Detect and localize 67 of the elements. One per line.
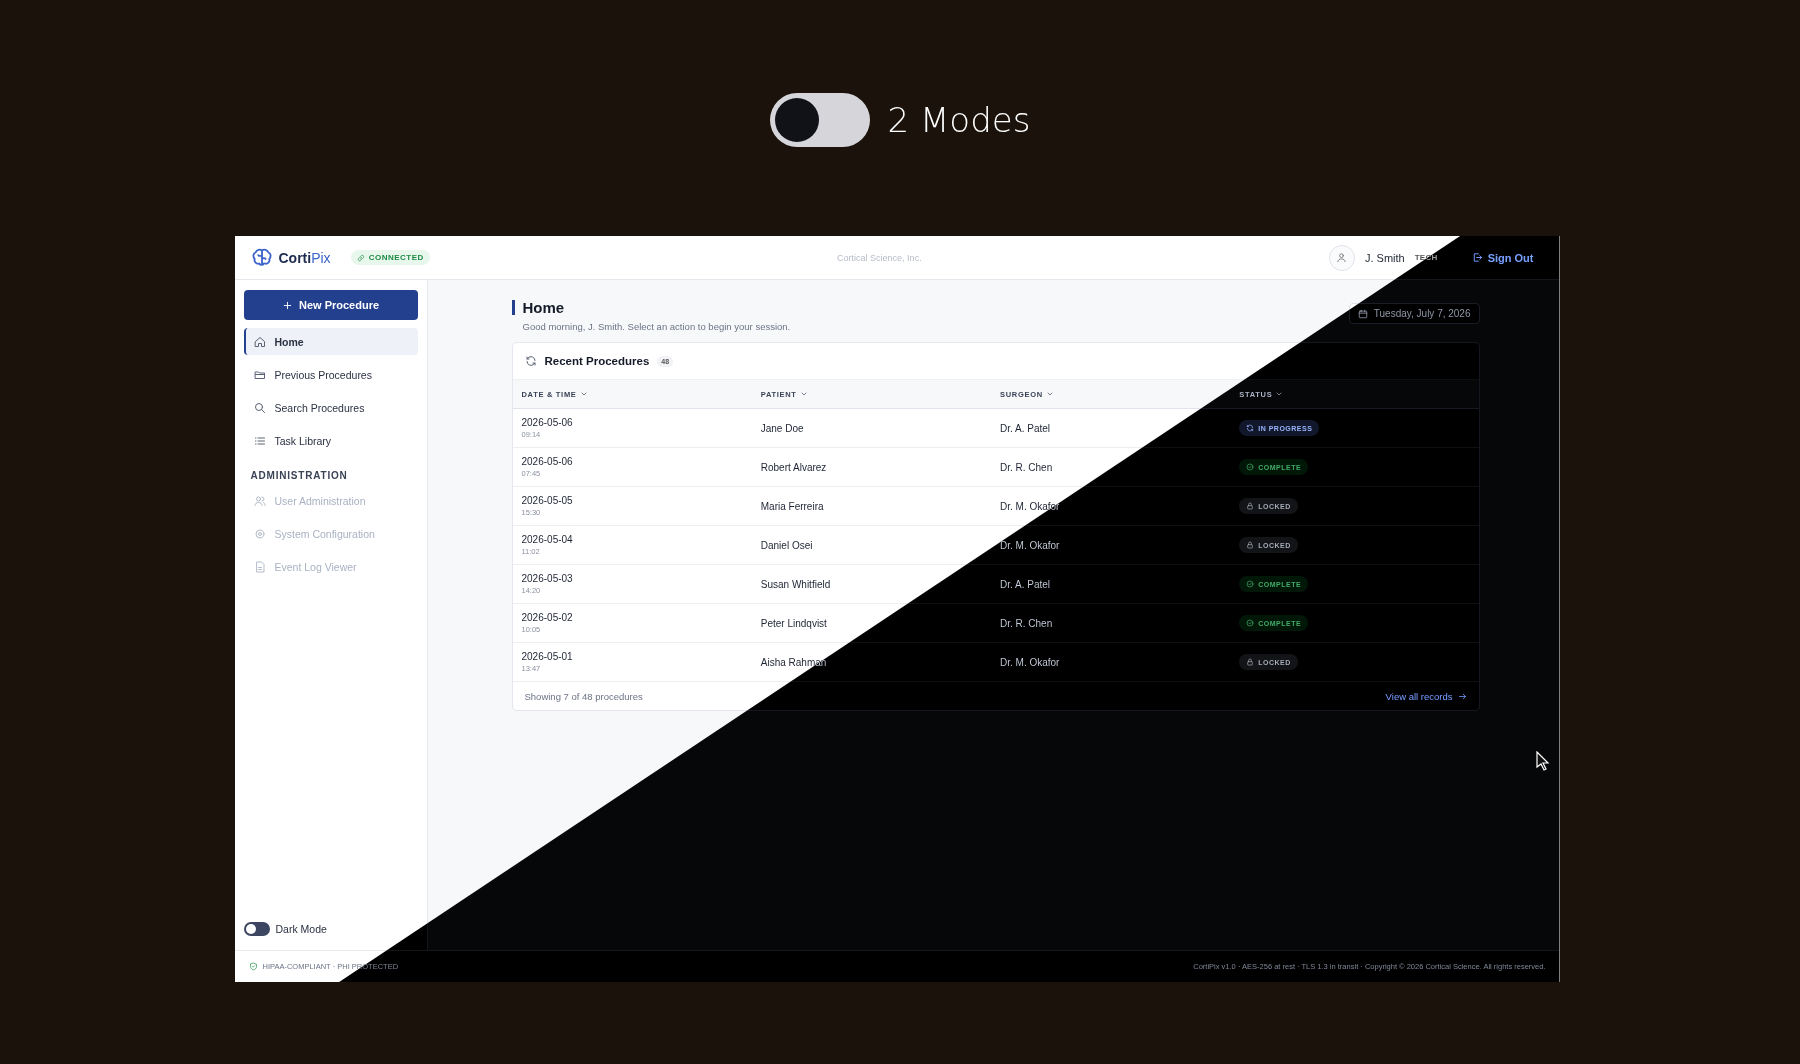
shield-icon	[248, 962, 258, 971]
patient-name: Maria Ferreira	[760, 500, 825, 512]
procedure-date: 2026-05-01	[521, 651, 574, 662]
list-icon	[253, 434, 266, 447]
lock-icon	[1246, 658, 1255, 666]
plus-icon	[281, 299, 293, 311]
surgeon-name: Dr. R. Chen	[1000, 461, 1054, 473]
procedure-date: 2026-05-06	[521, 417, 574, 428]
arrow-right-icon	[1457, 691, 1467, 701]
procedure-date: 2026-05-06	[521, 456, 574, 467]
user-icon	[1336, 252, 1348, 263]
surgeon-name: Dr. A. Patel	[1000, 578, 1052, 590]
lock-icon	[1246, 502, 1255, 510]
patient-name: Robert Alvarez	[760, 461, 828, 473]
surgeon-name: Dr. A. Patel	[1000, 422, 1052, 434]
sign-out-button[interactable]: Sign Out	[1467, 247, 1538, 268]
surgeon-name: Dr. M. Okafor	[1000, 656, 1061, 668]
brain-logo-icon	[250, 246, 273, 269]
chevron-down-icon	[579, 390, 588, 398]
dark-mode-toggle[interactable]	[243, 922, 270, 936]
check-circle-icon	[1246, 580, 1255, 588]
app-logo-text: CortiPix	[278, 249, 331, 266]
modes-label: 2 Modes	[887, 100, 1031, 140]
calendar-icon	[1357, 308, 1368, 319]
sidebar-item[interactable]: Previous Procedures	[243, 361, 418, 388]
mouse-pointer-icon	[1536, 751, 1550, 771]
patient-name: Jane Doe	[760, 422, 805, 434]
procedure-date: 2026-05-04	[521, 534, 574, 545]
page-title: Home	[511, 300, 791, 315]
user-name: J. Smith	[1364, 251, 1405, 264]
check-circle-icon	[1246, 619, 1255, 627]
patient-name: Daniel Osei	[760, 539, 814, 551]
procedure-date: 2026-05-05	[521, 495, 574, 506]
procedure-date: 2026-05-03	[521, 573, 574, 584]
users-icon	[253, 494, 266, 507]
chevron-down-icon	[799, 390, 808, 398]
dark-mode-label: Dark Mode	[275, 923, 327, 935]
lock-icon	[1246, 541, 1255, 549]
sidebar-item[interactable]: Search Procedures	[243, 394, 418, 421]
sidebar-item[interactable]: Task Library	[243, 427, 418, 454]
patient-name: Peter Lindqvist	[760, 617, 828, 629]
page-subtitle: Good morning, J. Smith. Select an action to begin your session.	[522, 321, 791, 332]
patient-name: Susan Whitfield	[760, 578, 832, 590]
refresh-icon	[524, 355, 537, 367]
check-circle-icon	[1246, 463, 1255, 471]
mode-toggle[interactable]	[769, 93, 870, 147]
records-count-text: Showing 7 of 48 procedures	[524, 690, 643, 702]
search-icon	[253, 401, 266, 414]
chevron-down-icon	[1275, 390, 1284, 398]
surgeon-name: Dr. M. Okafor	[1000, 539, 1061, 551]
sign-out-icon	[1471, 252, 1483, 263]
new-procedure-button[interactable]: New Procedure	[243, 290, 418, 320]
document-icon	[253, 560, 266, 573]
folder-icon	[253, 368, 266, 381]
link-icon	[356, 253, 365, 262]
sync-icon	[1246, 424, 1255, 432]
card-title: Recent Procedures	[544, 355, 650, 367]
connection-badge: CONNECTED	[350, 250, 430, 265]
organization-name: Cortical Science, Inc.	[836, 252, 923, 263]
surgeon-name: Dr. R. Chen	[1000, 617, 1054, 629]
sidebar-item[interactable]: Home	[243, 328, 418, 355]
view-all-records-link[interactable]: View all records	[1385, 690, 1467, 702]
date-display: Tuesday, July 7, 2026	[1348, 303, 1480, 324]
chevron-down-icon	[1045, 390, 1054, 398]
procedure-date: 2026-05-02	[521, 612, 574, 623]
home-icon	[253, 335, 266, 348]
section-heading: ADMINISTRATION	[249, 469, 349, 483]
